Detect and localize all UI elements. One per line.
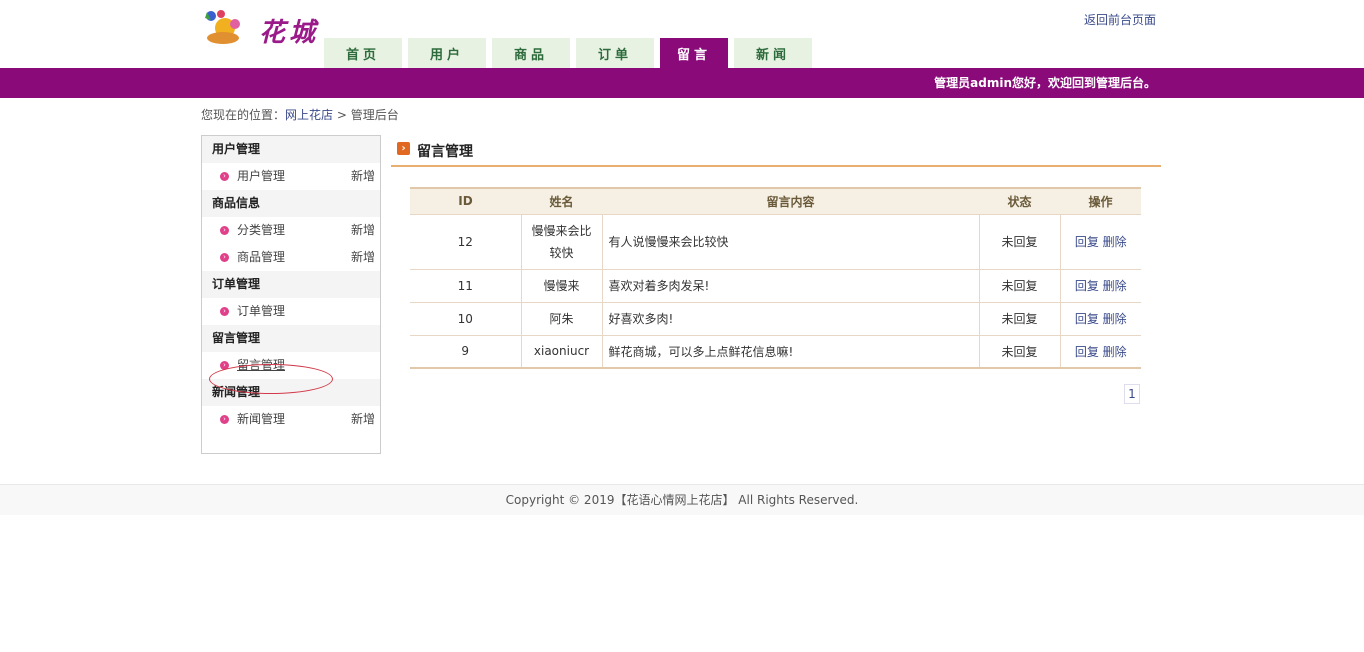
sidebar-item-user-manage[interactable]: › 用户管理 新增 <box>202 163 380 190</box>
cell-name: 慢慢来 <box>520 268 603 302</box>
arrow-bullet-icon: › <box>220 172 229 181</box>
cell-content: 喜欢对着多肉发呆! <box>601 268 980 302</box>
breadcrumb-current: 管理后台 <box>350 108 399 122</box>
tab-messages[interactable]: 留言 <box>660 38 728 68</box>
table-header-row: ID 姓名 留言内容 状态 操作 <box>410 187 1141 214</box>
table-row: 9 xiaoniucr 鲜花商城，可以多上点鲜花信息嘛! 未回复 回复 删除 <box>410 334 1141 369</box>
col-content: 留言内容 <box>602 187 979 214</box>
site-logo: 花城 <box>201 6 323 52</box>
cell-content: 鲜花商城，可以多上点鲜花信息嘛! <box>601 334 980 369</box>
welcome-text: 管理员admin您好，欢迎回到管理后台。 <box>934 76 1156 90</box>
delete-link[interactable]: 删除 <box>1103 235 1127 249</box>
table-row: 10 阿朱 好喜欢多肉! 未回复 回复 删除 <box>410 301 1141 335</box>
col-actions: 操作 <box>1060 187 1141 214</box>
sidebar-section-users: 用户管理 <box>202 136 380 163</box>
col-id: ID <box>410 187 521 214</box>
sidebar-item-label[interactable]: 订单管理 <box>237 304 285 318</box>
sidebar-item-label[interactable]: 商品管理 <box>237 250 285 264</box>
logo-text: 花城 <box>259 18 320 48</box>
section-arrow-icon: › <box>397 142 410 155</box>
breadcrumb-separator: > <box>336 108 347 122</box>
cell-name: 慢慢来会比较快 <box>520 213 603 269</box>
tab-users[interactable]: 用户 <box>408 38 486 68</box>
cell-status: 未回复 <box>978 334 1061 369</box>
cell-id: 11 <box>410 268 521 302</box>
arrow-bullet-icon: › <box>220 253 229 262</box>
sidebar-item-label[interactable]: 用户管理 <box>237 169 285 183</box>
sidebar-item-news-manage[interactable]: › 新闻管理 新增 <box>202 406 380 433</box>
main-nav: 首页 用户 商品 订单 留言 新闻 <box>324 38 812 68</box>
cell-name: xiaoniucr <box>520 334 603 369</box>
add-news-link[interactable]: 新增 <box>351 406 375 433</box>
sidebar: 用户管理 › 用户管理 新增 商品信息 › 分类管理 新增 › 商品管理 新增 … <box>201 135 381 454</box>
cell-status: 未回复 <box>978 213 1061 269</box>
reply-link[interactable]: 回复 <box>1075 279 1099 293</box>
pagination-page-1[interactable]: 1 <box>1124 384 1140 404</box>
cell-status: 未回复 <box>978 268 1061 302</box>
cell-id: 10 <box>410 301 521 335</box>
page-title: 留言管理 <box>417 144 473 160</box>
arrow-bullet-icon: › <box>220 307 229 316</box>
col-name: 姓名 <box>521 187 602 214</box>
copyright-text: Copyright © 2019【花语心情网上花店】 All Rights Re… <box>505 493 859 507</box>
cell-name: 阿朱 <box>520 301 603 335</box>
sidebar-item-label[interactable]: 新闻管理 <box>237 412 285 426</box>
sidebar-item-category-manage[interactable]: › 分类管理 新增 <box>202 217 380 244</box>
cell-content: 有人说慢慢来会比较快 <box>601 213 980 269</box>
add-user-link[interactable]: 新增 <box>351 163 375 190</box>
add-category-link[interactable]: 新增 <box>351 217 375 244</box>
cell-actions: 回复 删除 <box>1060 213 1141 269</box>
tab-home[interactable]: 首页 <box>324 38 402 68</box>
footer: Copyright © 2019【花语心情网上花店】 All Rights Re… <box>0 484 1364 515</box>
cell-id: 9 <box>410 334 521 369</box>
cell-id: 12 <box>410 213 521 269</box>
breadcrumb-home-link[interactable]: 网上花店 <box>285 108 333 122</box>
sidebar-item-product-manage[interactable]: › 商品管理 新增 <box>202 244 380 271</box>
cell-actions: 回复 删除 <box>1060 334 1141 369</box>
add-product-link[interactable]: 新增 <box>351 244 375 271</box>
tab-products[interactable]: 商品 <box>492 38 570 68</box>
messages-table: ID 姓名 留言内容 状态 操作 12 慢慢来会比较快 有人说慢慢来会比较快 未… <box>410 187 1141 369</box>
cell-actions: 回复 删除 <box>1060 268 1141 302</box>
sidebar-section-messages: 留言管理 <box>202 325 380 352</box>
tab-news[interactable]: 新闻 <box>734 38 812 68</box>
delete-link[interactable]: 删除 <box>1103 345 1127 359</box>
breadcrumb-prefix: 您现在的位置： <box>201 108 286 122</box>
reply-link[interactable]: 回复 <box>1075 345 1099 359</box>
delete-link[interactable]: 删除 <box>1103 279 1127 293</box>
arrow-bullet-icon: › <box>220 415 229 424</box>
main-header: › 留言管理 <box>391 138 1161 167</box>
sidebar-item-label[interactable]: 分类管理 <box>237 223 285 237</box>
welcome-banner: 管理员admin您好，欢迎回到管理后台。 <box>0 68 1364 98</box>
sidebar-section-products: 商品信息 <box>202 190 380 217</box>
cell-content: 好喜欢多肉! <box>601 301 980 335</box>
tab-orders[interactable]: 订单 <box>576 38 654 68</box>
cell-status: 未回复 <box>978 301 1061 335</box>
cell-actions: 回复 删除 <box>1060 301 1141 335</box>
sidebar-section-orders: 订单管理 <box>202 271 380 298</box>
reply-link[interactable]: 回复 <box>1075 312 1099 326</box>
back-to-frontend-link[interactable]: 返回前台页面 <box>1084 11 1156 28</box>
highlight-circle-annotation <box>209 364 333 394</box>
col-status: 状态 <box>979 187 1060 214</box>
reply-link[interactable]: 回复 <box>1075 235 1099 249</box>
table-row: 11 慢慢来 喜欢对着多肉发呆! 未回复 回复 删除 <box>410 268 1141 302</box>
sidebar-item-order-manage[interactable]: › 订单管理 <box>202 298 380 325</box>
table-row: 12 慢慢来会比较快 有人说慢慢来会比较快 未回复 回复 删除 <box>410 213 1141 269</box>
delete-link[interactable]: 删除 <box>1103 312 1127 326</box>
arrow-bullet-icon: › <box>220 226 229 235</box>
breadcrumb: 您现在的位置：网上花店 > 管理后台 <box>201 106 399 123</box>
